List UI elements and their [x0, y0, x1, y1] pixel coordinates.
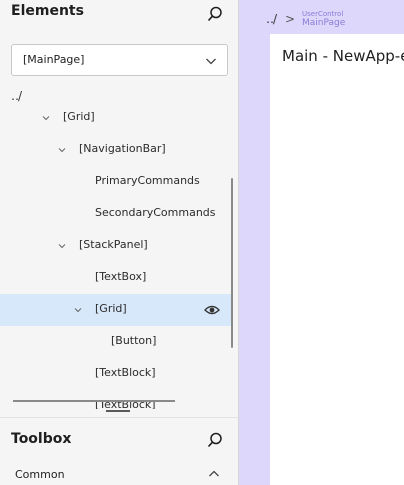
tree-item-textblock[interactable]: [TextBlock]: [0, 358, 232, 390]
tree-item-label: [StackPanel]: [79, 238, 148, 251]
page-preview[interactable]: Main - NewApp-e: [270, 34, 404, 485]
tree-item-button[interactable]: [Button]: [0, 326, 232, 358]
tree-item-label: PrimaryCommands: [95, 174, 200, 187]
panel-resize-handle[interactable]: [106, 410, 130, 412]
tree-item-secondarycommands[interactable]: SecondaryCommands: [0, 198, 232, 230]
tree-item-label: [TextBox]: [95, 270, 147, 283]
chevron-down-icon[interactable]: [74, 306, 82, 314]
chevron-down-icon[interactable]: [58, 146, 66, 154]
tree-item-label: [Grid]: [95, 302, 127, 315]
panel-separator: [0, 417, 238, 418]
eye-icon[interactable]: [204, 303, 220, 317]
breadcrumb-type: UserControl: [302, 10, 344, 18]
selector-value: [MainPage]: [23, 53, 85, 66]
tree-item-textbox[interactable]: [TextBox]: [0, 262, 232, 294]
elements-header: Elements: [0, 0, 238, 28]
tree-item-label: [Grid]: [63, 110, 95, 123]
root-element-selector[interactable]: [MainPage]: [11, 44, 228, 76]
chevron-down-icon: [206, 58, 216, 65]
chevron-up-icon[interactable]: [208, 468, 220, 480]
tree-item-label: [TextBlock]: [95, 366, 156, 379]
search-icon[interactable]: [206, 5, 224, 23]
tree-item-navigationbar[interactable]: [NavigationBar]: [0, 134, 232, 166]
tree-item-label: [Button]: [111, 334, 157, 347]
tree-horizontal-scrollbar[interactable]: [13, 400, 175, 402]
tree-item-label: [NavigationBar]: [79, 142, 166, 155]
toolbox-category-common[interactable]: Common: [0, 462, 238, 485]
toolbox-header: Toolbox: [0, 428, 238, 456]
tree-item-label: SecondaryCommands: [95, 206, 216, 219]
breadcrumb-separator: >: [285, 12, 296, 26]
page-title: Main - NewApp-e: [282, 47, 404, 65]
design-canvas: ‥/ > UserControl MainPage Main - NewApp-…: [239, 0, 404, 485]
search-icon[interactable]: [206, 431, 224, 449]
tree-item-primarycommands[interactable]: PrimaryCommands: [0, 166, 232, 198]
tree-item-grid[interactable]: [Grid]: [0, 104, 232, 134]
up-level-link[interactable]: ‥/: [11, 89, 22, 103]
category-label: Common: [15, 468, 65, 481]
tree-item-stackpanel[interactable]: [StackPanel]: [0, 230, 232, 262]
element-tree: [Grid] [NavigationBar] PrimaryCommands S…: [0, 104, 238, 409]
chevron-down-icon[interactable]: [58, 242, 66, 250]
elements-title: Elements: [11, 3, 84, 19]
tree-item-grid-selected[interactable]: [Grid]: [0, 294, 232, 326]
chevron-down-icon[interactable]: [42, 114, 50, 122]
breadcrumb-name[interactable]: MainPage: [302, 18, 345, 28]
tree-vertical-scrollbar[interactable]: [231, 178, 233, 348]
toolbox-title: Toolbox: [11, 431, 72, 447]
breadcrumb-up-link[interactable]: ‥/: [266, 12, 277, 26]
breadcrumb: ‥/ > UserControl MainPage: [239, 0, 404, 34]
elements-panel: Elements [MainPage] ‥/ [Grid] [Navigatio…: [0, 0, 238, 485]
